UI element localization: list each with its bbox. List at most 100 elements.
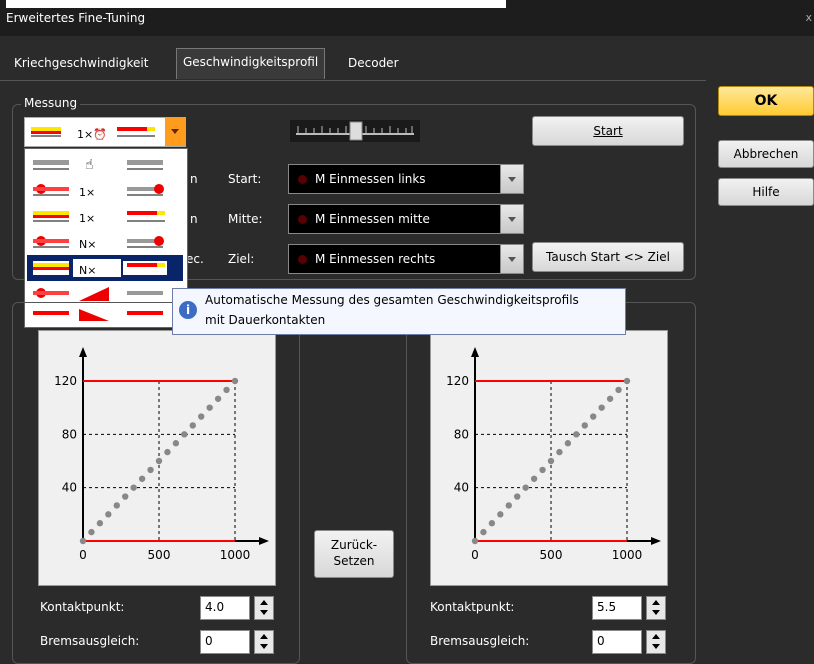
- data-point: [147, 466, 154, 474]
- data-point: [189, 422, 196, 429]
- data-point: [79, 537, 87, 545]
- x-axis-arrow: [259, 537, 269, 545]
- mitte-select[interactable]: M Einmessen mitte: [288, 204, 524, 234]
- y-tick-label: 80: [62, 427, 77, 441]
- swap-button[interactable]: Tausch Start <> Ziel: [532, 242, 684, 272]
- data-point: [480, 528, 487, 536]
- data-point: [530, 475, 538, 482]
- chevron-down-icon[interactable]: [500, 205, 523, 233]
- single-contact-yellow-icon: 1×: [33, 211, 165, 225]
- speed-slider[interactable]: [290, 116, 420, 146]
- right-chart-svg: 120 80 40 0 500 1000: [446, 347, 661, 562]
- dropdown-item-single-red[interactable]: 1×: [27, 177, 183, 203]
- close-icon[interactable]: x: [805, 11, 812, 24]
- stepper-arrows-icon[interactable]: [254, 596, 274, 620]
- start-button-label: Start: [593, 124, 623, 138]
- left-contact-field[interactable]: 4.0: [200, 596, 250, 620]
- stepper-arrows-icon[interactable]: [646, 596, 666, 620]
- contact-dot-icon: [298, 175, 307, 184]
- ok-button[interactable]: OK: [718, 86, 814, 116]
- dropdown-item-manual[interactable]: ☝: [27, 151, 183, 177]
- data-point: [556, 448, 563, 456]
- right-brake-field[interactable]: 0: [592, 630, 642, 654]
- tab-decoder[interactable]: Decoder: [342, 50, 405, 76]
- svg-text:⏰: ⏰: [93, 127, 107, 141]
- right-chart: 120 80 40 0 500 1000: [430, 330, 668, 586]
- data-point: [497, 511, 504, 518]
- right-brake-label: Bremsausgleich:: [430, 634, 530, 648]
- left-brake-field[interactable]: 0: [200, 630, 250, 654]
- dropdown-item-multi-red[interactable]: N×: [27, 229, 183, 255]
- right-contact-label: Kontaktpunkt:: [430, 600, 515, 614]
- single-contact-red-icon: 1×: [33, 184, 164, 199]
- ziel-select[interactable]: M Einmessen rechts: [288, 244, 524, 274]
- data-point: [623, 377, 631, 385]
- cancel-button[interactable]: Abbrechen: [718, 140, 814, 168]
- contact-dot-icon: [298, 255, 307, 264]
- chevron-down-icon[interactable]: [500, 245, 523, 273]
- start-label: Start:: [228, 172, 262, 186]
- title-strip: [6, 0, 506, 8]
- start-select[interactable]: M Einmessen links: [288, 164, 524, 194]
- data-point: [113, 502, 120, 509]
- reset-button-line2: Setzen: [333, 554, 375, 568]
- measurement-mode-select[interactable]: 1× ⏰: [24, 117, 186, 147]
- chevron-down-icon[interactable]: [500, 165, 523, 193]
- stepper-arrows-icon[interactable]: [254, 630, 274, 654]
- dropdown-item-single-yellow[interactable]: 1×: [27, 203, 183, 229]
- contact-dot-icon: [298, 215, 307, 224]
- data-point: [164, 448, 171, 456]
- y-tick-label: 80: [454, 427, 469, 441]
- info-icon: i: [179, 301, 197, 319]
- data-point: [598, 404, 605, 411]
- hidden-label-2: n: [190, 212, 198, 226]
- measurement-mode-dropdown[interactable]: ☝ 1× 1× N× N×: [24, 148, 188, 328]
- right-contact-field[interactable]: 5.5: [592, 596, 642, 620]
- mode-selected-icon: 1× ⏰: [31, 127, 155, 141]
- dropdown-item-label: N×: [79, 238, 96, 251]
- reset-button[interactable]: Zurück- Setzen: [314, 530, 394, 578]
- data-point: [471, 537, 479, 545]
- mode-selected-label: 1×: [77, 128, 93, 141]
- data-point: [138, 475, 146, 482]
- data-point: [522, 484, 529, 491]
- dropdown-item-label: 1×: [79, 212, 95, 225]
- data-point: [505, 502, 512, 509]
- tooltip-line1: Automatische Messung des gesamten Geschw…: [205, 293, 579, 307]
- dropdown-item-label: N×: [79, 264, 96, 277]
- help-button[interactable]: Hilfe: [718, 178, 814, 206]
- svg-text:☝: ☝: [85, 157, 94, 173]
- data-point: [88, 528, 95, 536]
- start-select-value: M Einmessen links: [315, 172, 426, 186]
- data-point: [122, 493, 129, 500]
- tab-bar: Kriechgeschwindigkeit Geschwindigkeitspr…: [0, 44, 814, 80]
- dropdown-item-multi-yellow[interactable]: N×: [27, 255, 183, 281]
- start-button[interactable]: Start: [532, 116, 684, 146]
- left-contact-label: Kontaktpunkt:: [40, 600, 125, 614]
- multi-contact-yellow-icon: N×: [33, 259, 167, 277]
- data-point: [181, 431, 188, 438]
- data-point: [573, 431, 580, 438]
- window-title: Erweitertes Fine-Tuning: [6, 11, 146, 25]
- data-point: [581, 422, 588, 429]
- data-point: [539, 466, 546, 474]
- data-point: [590, 413, 597, 420]
- x-tick-label: 0: [79, 548, 87, 562]
- chevron-down-icon[interactable]: [165, 118, 185, 146]
- left-chart: 120 80 40 0 500 1000: [38, 330, 276, 586]
- dropdown-item-label: 1×: [79, 186, 95, 199]
- data-point: [547, 457, 555, 465]
- info-tooltip: i Automatische Messung des gesamten Gesc…: [172, 288, 626, 335]
- data-point: [606, 395, 614, 402]
- x-axis-arrow: [651, 537, 661, 545]
- data-point: [214, 395, 222, 402]
- reset-button-line1: Zurück-: [330, 538, 378, 552]
- stepper-arrows-icon[interactable]: [646, 630, 666, 654]
- data-point: [231, 377, 239, 385]
- data-point: [206, 404, 213, 411]
- tooltip-line2: mit Dauerkontakten: [205, 313, 326, 327]
- tab-geschwindigkeitsprofil[interactable]: Geschwindigkeitsprofil: [176, 48, 326, 79]
- tab-kriechgeschwindigkeit[interactable]: Kriechgeschwindigkeit: [8, 50, 154, 76]
- y-tick-label: 120: [446, 374, 469, 388]
- data-point: [105, 511, 112, 518]
